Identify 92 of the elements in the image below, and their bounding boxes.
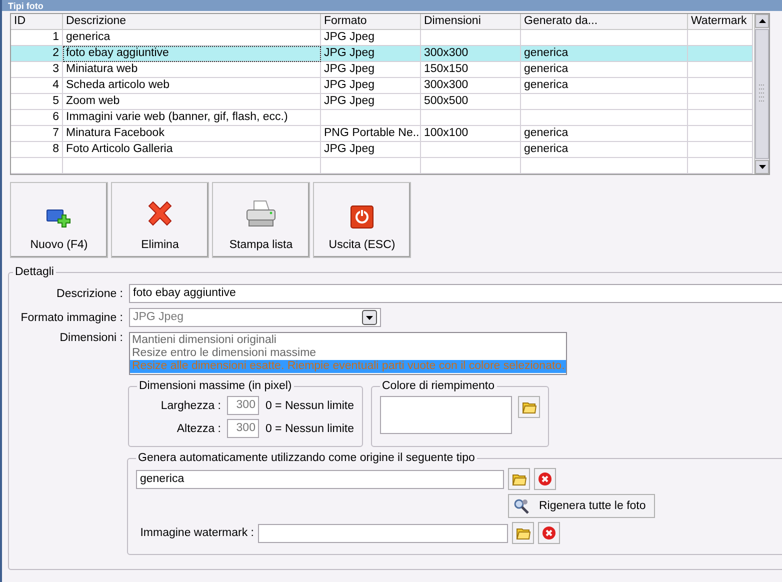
hint-text: 0 = Nessun limite	[265, 422, 354, 434]
number-field[interactable]: 300	[227, 419, 260, 438]
up-arrow-icon	[758, 19, 766, 23]
table-cell: 300x300	[421, 46, 521, 62]
table-cell	[688, 78, 753, 94]
toolbar-button[interactable]: Stampa lista	[212, 182, 310, 258]
table-cell: JPG Jpeg	[321, 46, 421, 62]
column-header[interactable]: Dimensioni	[421, 14, 521, 30]
column-header[interactable]: Descrizione	[63, 14, 321, 30]
group-title: Genera automaticamente utilizzando come origine il seguente tipo	[137, 452, 476, 464]
table-cell: PNG Portable Ne...	[321, 126, 421, 142]
table-cell: 4	[11, 78, 63, 94]
window-title: Tipi foto	[8, 1, 44, 11]
table-cell: generica	[521, 78, 688, 94]
table-cell: 1	[11, 30, 63, 46]
watermark-field[interactable]	[258, 524, 508, 542]
add-window-icon	[46, 207, 72, 229]
table-cell	[688, 94, 753, 110]
table-cell: 150x150	[421, 62, 521, 78]
table-cell	[688, 110, 753, 126]
magnifier-gear-icon	[513, 498, 531, 514]
table-cell: 3	[11, 62, 63, 78]
clear-button[interactable]	[538, 522, 560, 544]
column-header[interactable]: Watermark	[688, 14, 753, 30]
group-title: Colore di riempimento	[381, 380, 496, 392]
table-cell: 7	[11, 126, 63, 142]
table-cell: JPG Jpeg	[321, 78, 421, 94]
table-cell: JPG Jpeg	[321, 62, 421, 78]
field-label: Altezza :	[176, 422, 221, 434]
table-cell: 8	[11, 142, 63, 158]
table-cell: JPG Jpeg	[321, 30, 421, 46]
list-option[interactable]: Mantieni dimensioni originali	[130, 334, 566, 347]
table-cell: 300x300	[421, 78, 521, 94]
color-preview[interactable]	[380, 396, 512, 434]
toolbar-button[interactable]: Nuovo (F4)	[10, 182, 108, 258]
hint-text: 0 = Nessun limite	[265, 400, 354, 412]
table-cell: Miniatura web	[63, 62, 321, 78]
table-cell: generica	[521, 46, 688, 62]
table-cell: generica	[521, 142, 688, 158]
table-cell: Foto Articolo Galleria	[63, 142, 321, 158]
source-field[interactable]: generica	[136, 470, 504, 488]
column-header[interactable]: Generato da...	[521, 14, 688, 30]
field-label: Descrizione :	[56, 288, 124, 300]
table-cell: foto ebay aggiuntive	[63, 46, 321, 62]
description-field[interactable]: foto ebay aggiuntive	[129, 284, 782, 303]
list-option[interactable]: Resize entro le dimensioni massime	[130, 347, 566, 360]
field-label: Larghezza :	[160, 400, 221, 412]
browse-button[interactable]	[508, 468, 530, 490]
table-cell: generica	[521, 62, 688, 78]
table-cell: Zoom web	[63, 94, 321, 110]
table-cell: generica	[63, 30, 321, 46]
clear-icon	[542, 526, 556, 540]
scrollbar[interactable]	[754, 14, 769, 174]
table-cell: 2	[11, 46, 63, 62]
browse-button[interactable]	[512, 522, 534, 544]
column-header[interactable]: Formato	[321, 14, 421, 30]
number-field[interactable]: 300	[227, 396, 260, 415]
table-cell: 500x500	[421, 94, 521, 110]
browse-button[interactable]	[518, 396, 540, 418]
clear-button[interactable]	[534, 468, 556, 490]
table-cell: 5	[11, 94, 63, 110]
table-cell	[688, 142, 753, 158]
regenerate-button[interactable]: Rigenera tutte le foto	[508, 494, 655, 518]
toolbar-button[interactable]: Uscita (ESC)	[313, 182, 411, 258]
table-cell	[688, 62, 753, 78]
toolbar-button[interactable]: Elimina	[111, 182, 209, 258]
field-label: Formato immagine :	[20, 312, 124, 324]
power-icon	[350, 205, 374, 229]
table-cell	[688, 30, 753, 46]
table-cell	[688, 46, 753, 62]
printer-icon	[245, 199, 277, 229]
column-header[interactable]: ID	[11, 14, 63, 30]
field-label: Dimensioni :	[58, 332, 124, 344]
folder-icon	[512, 472, 526, 486]
table-cell: JPG Jpeg	[321, 142, 421, 158]
group-title: Dimensioni massime (in pixel)	[138, 380, 293, 392]
field-label: Immagine watermark :	[139, 527, 254, 539]
table-cell: Minatura Facebook	[63, 126, 321, 142]
table-cell: 6	[11, 110, 63, 126]
table-cell: JPG Jpeg	[321, 94, 421, 110]
table-cell: 100x100	[421, 126, 521, 142]
table-cell: Immagini varie web (banner, gif, flash, ecc.)	[63, 110, 321, 126]
folder-icon	[516, 526, 530, 540]
table-cell: Scheda articolo web	[63, 78, 321, 94]
table-cell: generica	[521, 126, 688, 142]
clear-icon	[538, 472, 552, 486]
table-cell	[688, 126, 753, 142]
folder-icon	[522, 400, 536, 414]
down-arrow-icon	[758, 165, 766, 169]
grip-icon	[759, 84, 765, 104]
group-title: Dettagli	[14, 266, 55, 278]
format-dropdown[interactable]: JPG Jpeg	[129, 308, 381, 327]
